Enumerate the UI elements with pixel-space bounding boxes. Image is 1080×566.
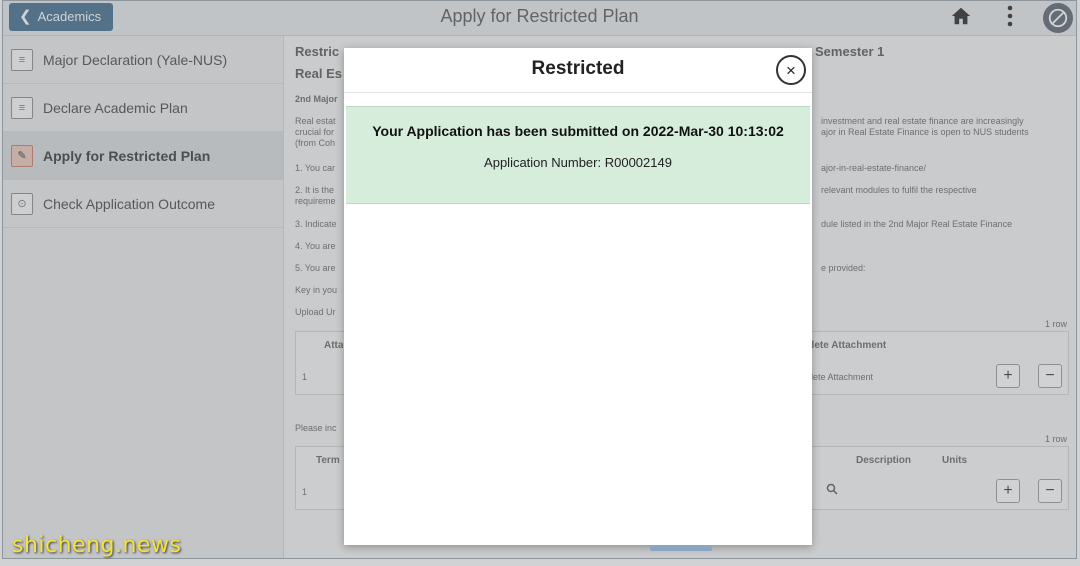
submission-message: Your Application has been submitted on 2… — [372, 123, 784, 139]
application-number: Application Number: R00002149 — [484, 155, 672, 170]
dialog-header: Restricted × — [344, 48, 812, 93]
restricted-dialog: Restricted × Your Application has been s… — [344, 48, 812, 545]
watermark: shicheng.news — [12, 533, 182, 558]
success-message-box: Your Application has been submitted on 2… — [346, 106, 810, 204]
close-icon: × — [786, 61, 796, 80]
scrollbar-handle[interactable] — [650, 545, 712, 551]
dialog-title: Restricted — [531, 58, 625, 79]
close-button[interactable]: × — [776, 55, 806, 85]
